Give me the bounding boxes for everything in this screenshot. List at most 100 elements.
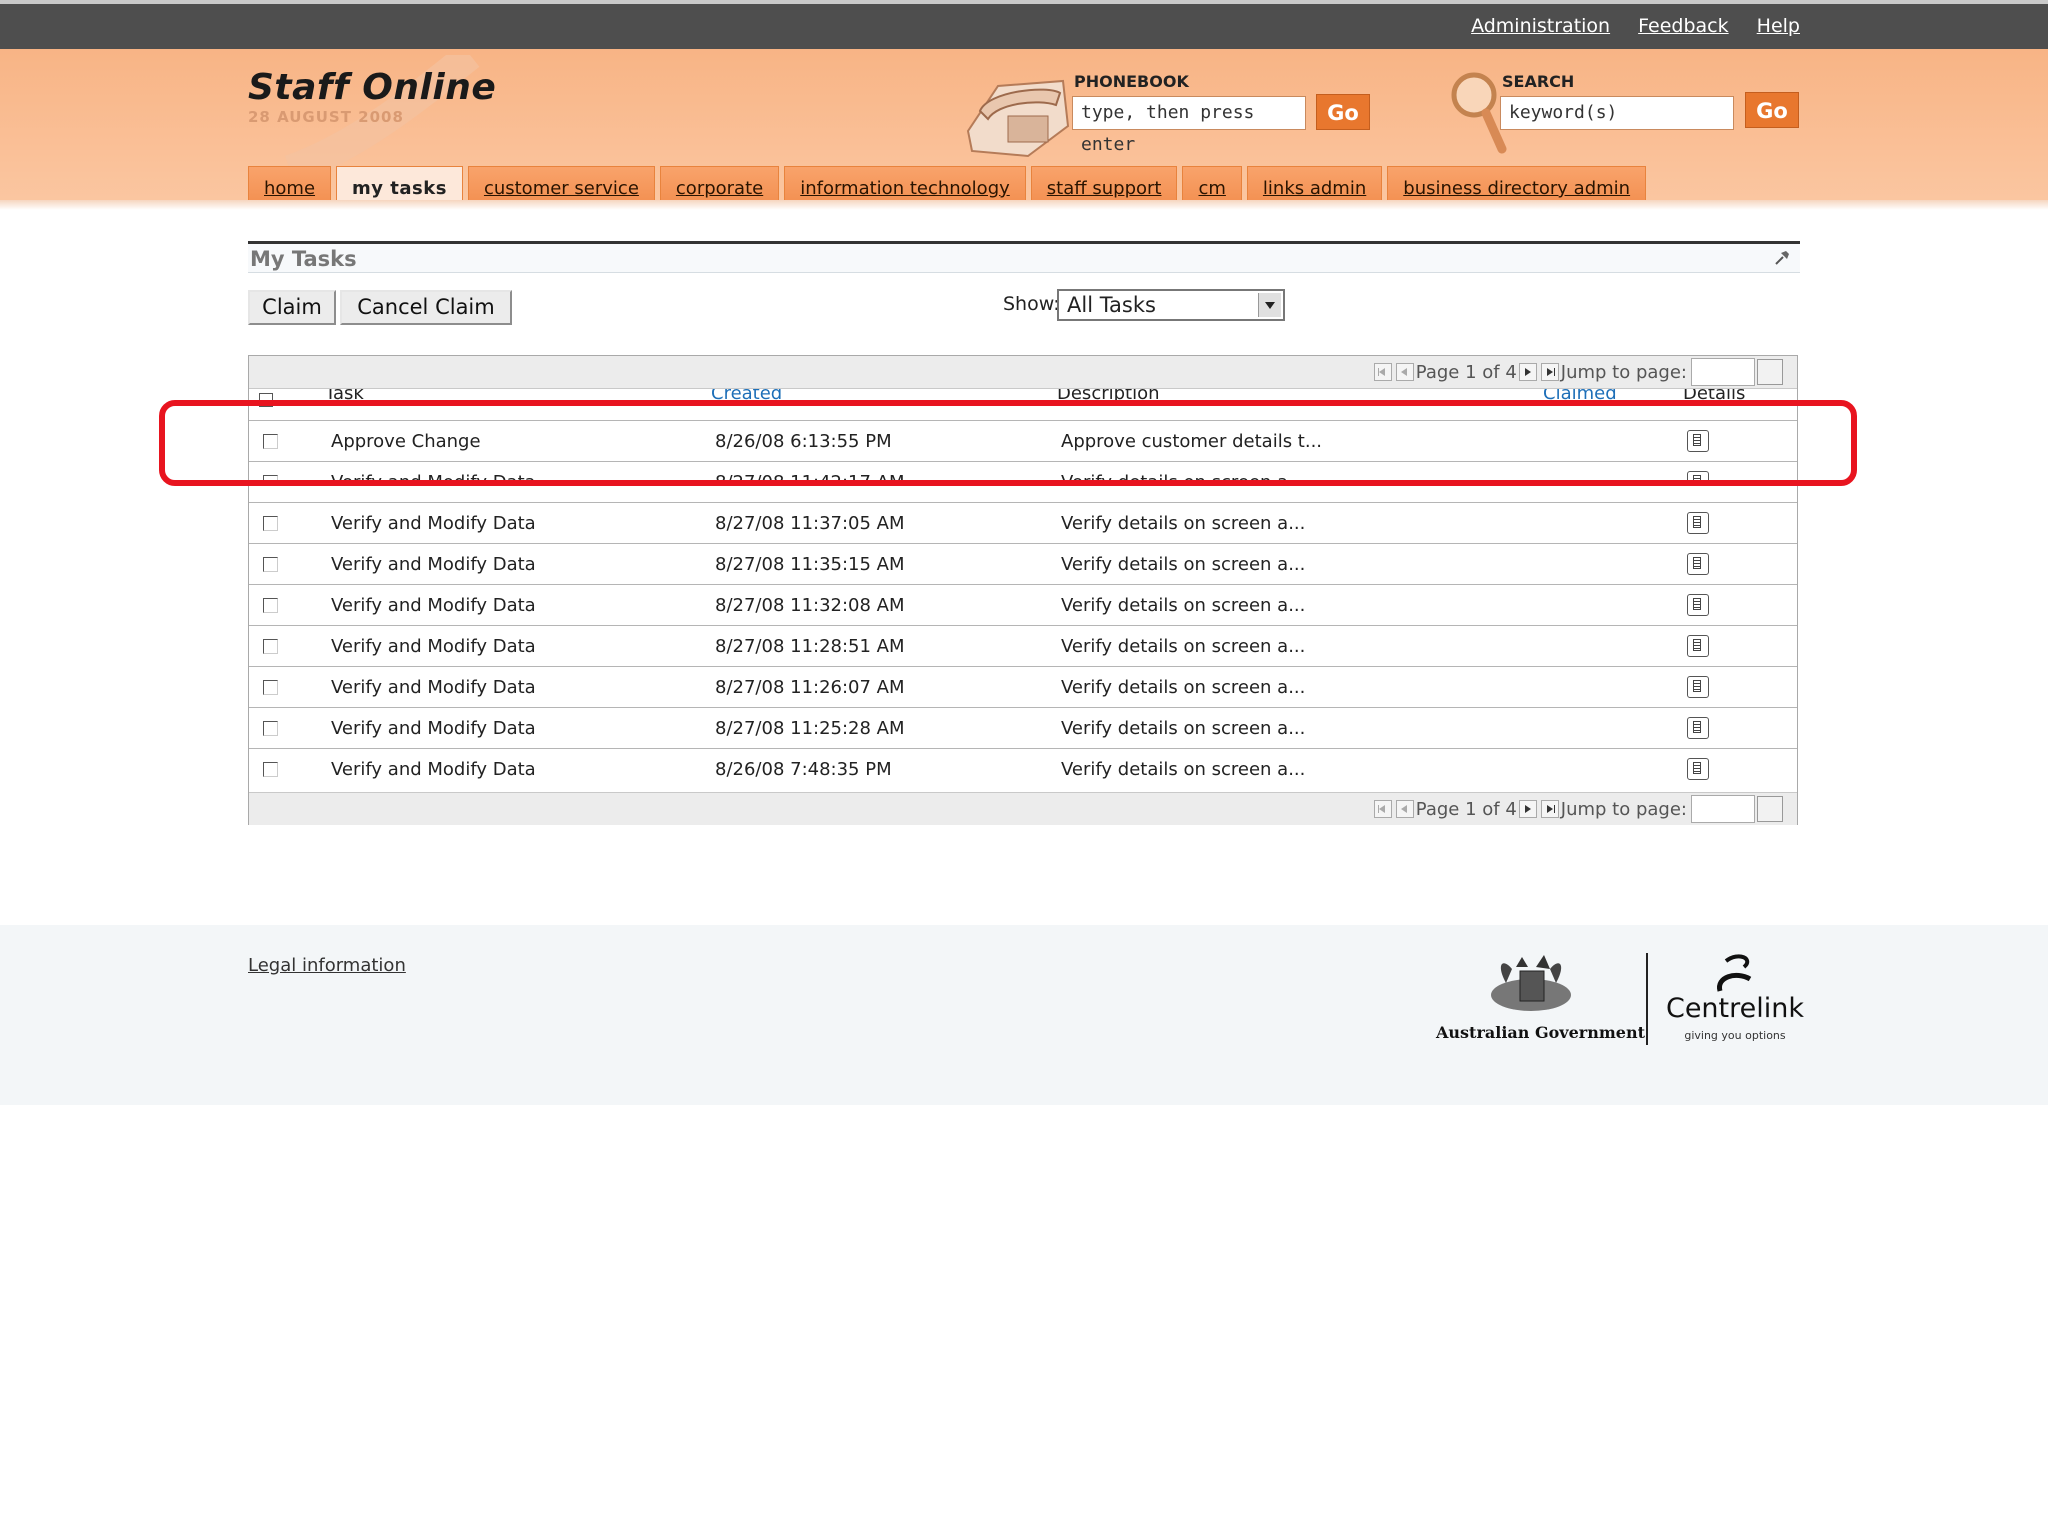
phonebook-label: PHONEBOOK <box>1074 72 1189 91</box>
phone-icon <box>966 79 1070 158</box>
table-row[interactable]: Verify and Modify Data 8/27/08 11:26:07 … <box>249 666 1797 708</box>
dropdown-arrow-icon[interactable] <box>1258 293 1281 317</box>
details-icon[interactable] <box>1687 512 1709 534</box>
pager-top: Page 1 of 4 Jump to page: <box>249 356 1797 389</box>
centrelink-emblem-icon <box>1717 954 1752 992</box>
jump-to-page-label: Jump to page: <box>1560 798 1687 820</box>
column-claimed[interactable]: Claimed <box>1543 389 1617 404</box>
show-filter-value: All Tasks <box>1067 293 1156 317</box>
table-row[interactable]: Approve Change 8/26/08 6:13:55 PM Approv… <box>249 420 1797 462</box>
last-page-icon[interactable] <box>1540 363 1559 381</box>
jump-to-page-input[interactable] <box>1691 795 1755 823</box>
row-checkbox[interactable] <box>263 557 278 572</box>
next-page-icon[interactable] <box>1518 800 1537 818</box>
table-row[interactable]: Verify and Modify Data 8/27/08 11:32:08 … <box>249 584 1797 626</box>
task-description: Verify details on screen a... <box>1061 759 1306 780</box>
show-filter-select[interactable]: All Tasks <box>1057 289 1285 321</box>
details-icon[interactable] <box>1687 471 1709 484</box>
feedback-link[interactable]: Feedback <box>1638 15 1728 37</box>
jump-to-page-input[interactable] <box>1691 358 1755 386</box>
cancel-claim-button[interactable]: Cancel Claim <box>340 290 512 325</box>
task-name: Verify and Modify Data <box>331 554 536 575</box>
column-headers: Task Created Description Claimed Details <box>249 389 1797 413</box>
search-input[interactable]: keyword(s) <box>1500 96 1734 130</box>
panel-title: My Tasks <box>250 247 357 271</box>
table-row[interactable]: Verify and Modify Data 8/27/08 11:42:17 … <box>249 461 1797 484</box>
task-description: Approve customer details t... <box>1061 431 1323 452</box>
task-created: 8/27/08 11:25:28 AM <box>715 718 905 739</box>
task-description: Verify details on screen a... <box>1061 554 1306 575</box>
task-created: 8/27/08 11:35:15 AM <box>715 554 905 575</box>
next-page-icon[interactable] <box>1518 363 1537 381</box>
column-description[interactable]: Description <box>1057 389 1160 404</box>
phonebook-input[interactable]: type, then press enter <box>1072 96 1306 155</box>
row-checkbox[interactable] <box>263 434 278 449</box>
row-checkbox[interactable] <box>263 762 278 777</box>
legal-information-link[interactable]: Legal information <box>248 955 406 976</box>
details-icon[interactable] <box>1687 717 1709 739</box>
last-page-icon[interactable] <box>1540 800 1559 818</box>
task-name: Approve Change <box>331 431 481 452</box>
tasks-grid: Page 1 of 4 Jump to page: Task Created D… <box>248 355 1798 825</box>
row-checkbox[interactable] <box>263 680 278 695</box>
jump-go-icon[interactable] <box>1757 796 1783 822</box>
jump-go-icon[interactable] <box>1757 359 1783 385</box>
task-created: 8/26/08 6:13:55 PM <box>715 431 892 452</box>
table-row[interactable]: Verify and Modify Data 8/27/08 11:25:28 … <box>249 707 1797 749</box>
row-checkbox[interactable] <box>263 475 278 484</box>
details-icon[interactable] <box>1687 635 1709 657</box>
task-name: Verify and Modify Data <box>331 595 536 616</box>
row-checkbox[interactable] <box>263 639 278 654</box>
details-icon[interactable] <box>1687 676 1709 698</box>
site-header: Staff Online 28 AUGUST 2008 PHONEBOOK ty… <box>0 49 2048 209</box>
task-description: Verify details on screen a... <box>1061 718 1306 739</box>
column-task[interactable]: Task <box>325 389 364 404</box>
first-page-icon[interactable] <box>1373 800 1392 818</box>
table-row[interactable]: Verify and Modify Data 8/27/08 11:37:05 … <box>249 502 1797 544</box>
prev-page-icon[interactable] <box>1395 800 1414 818</box>
details-icon[interactable] <box>1687 430 1709 452</box>
site-footer: Legal information Australian Government … <box>0 925 2048 1105</box>
administration-link[interactable]: Administration <box>1471 15 1610 37</box>
details-icon[interactable] <box>1687 758 1709 780</box>
site-title: Staff Online <box>248 67 497 108</box>
table-row[interactable]: Verify and Modify Data 8/26/08 7:48:35 P… <box>249 748 1797 790</box>
task-description: Verify details on screen a... <box>1061 636 1306 657</box>
coat-of-arms-icon <box>1491 955 1571 1011</box>
utility-links: Administration Feedback Help <box>1449 15 1800 37</box>
select-all-checkbox[interactable] <box>259 393 273 407</box>
task-created: 8/26/08 7:48:35 PM <box>715 759 892 780</box>
task-description: Verify details on screen a... <box>1061 513 1306 534</box>
claim-button[interactable]: Claim <box>248 290 336 325</box>
centrelink-logo: Centrelink giving you options <box>1664 953 1806 1053</box>
header-shade <box>0 200 2048 210</box>
centrelink-tagline: giving you options <box>1684 1029 1786 1042</box>
task-name: Verify and Modify Data <box>331 759 536 780</box>
row-checkbox[interactable] <box>263 721 278 736</box>
row-checkbox[interactable] <box>263 598 278 613</box>
australian-government-logo: Australian Government <box>1436 953 1645 1053</box>
task-name: Verify and Modify Data <box>331 472 536 484</box>
australian-government-text: Australian Government <box>1436 1023 1645 1042</box>
details-icon[interactable] <box>1687 553 1709 575</box>
jump-to-page-label: Jump to page: <box>1560 361 1687 383</box>
column-details: Details <box>1683 389 1746 404</box>
task-name: Verify and Modify Data <box>331 677 536 698</box>
search-label: SEARCH <box>1502 72 1575 91</box>
task-name: Verify and Modify Data <box>331 718 536 739</box>
task-description: Verify details on screen a... <box>1061 677 1306 698</box>
first-page-icon[interactable] <box>1373 363 1392 381</box>
phonebook-go-button[interactable]: Go <box>1316 94 1370 130</box>
task-created: 8/27/08 11:42:17 AM <box>715 472 905 484</box>
prev-page-icon[interactable] <box>1395 363 1414 381</box>
table-row[interactable]: Verify and Modify Data 8/27/08 11:28:51 … <box>249 625 1797 667</box>
pin-icon[interactable] <box>1774 248 1792 266</box>
row-checkbox[interactable] <box>263 516 278 531</box>
pager-bottom: Page 1 of 4 Jump to page: <box>249 792 1797 825</box>
search-go-button[interactable]: Go <box>1745 92 1799 128</box>
details-icon[interactable] <box>1687 594 1709 616</box>
table-row[interactable]: Verify and Modify Data 8/27/08 11:35:15 … <box>249 543 1797 585</box>
column-created[interactable]: Created <box>711 389 782 404</box>
help-link[interactable]: Help <box>1757 15 1800 37</box>
brand[interactable]: Staff Online 28 AUGUST 2008 <box>248 67 496 126</box>
